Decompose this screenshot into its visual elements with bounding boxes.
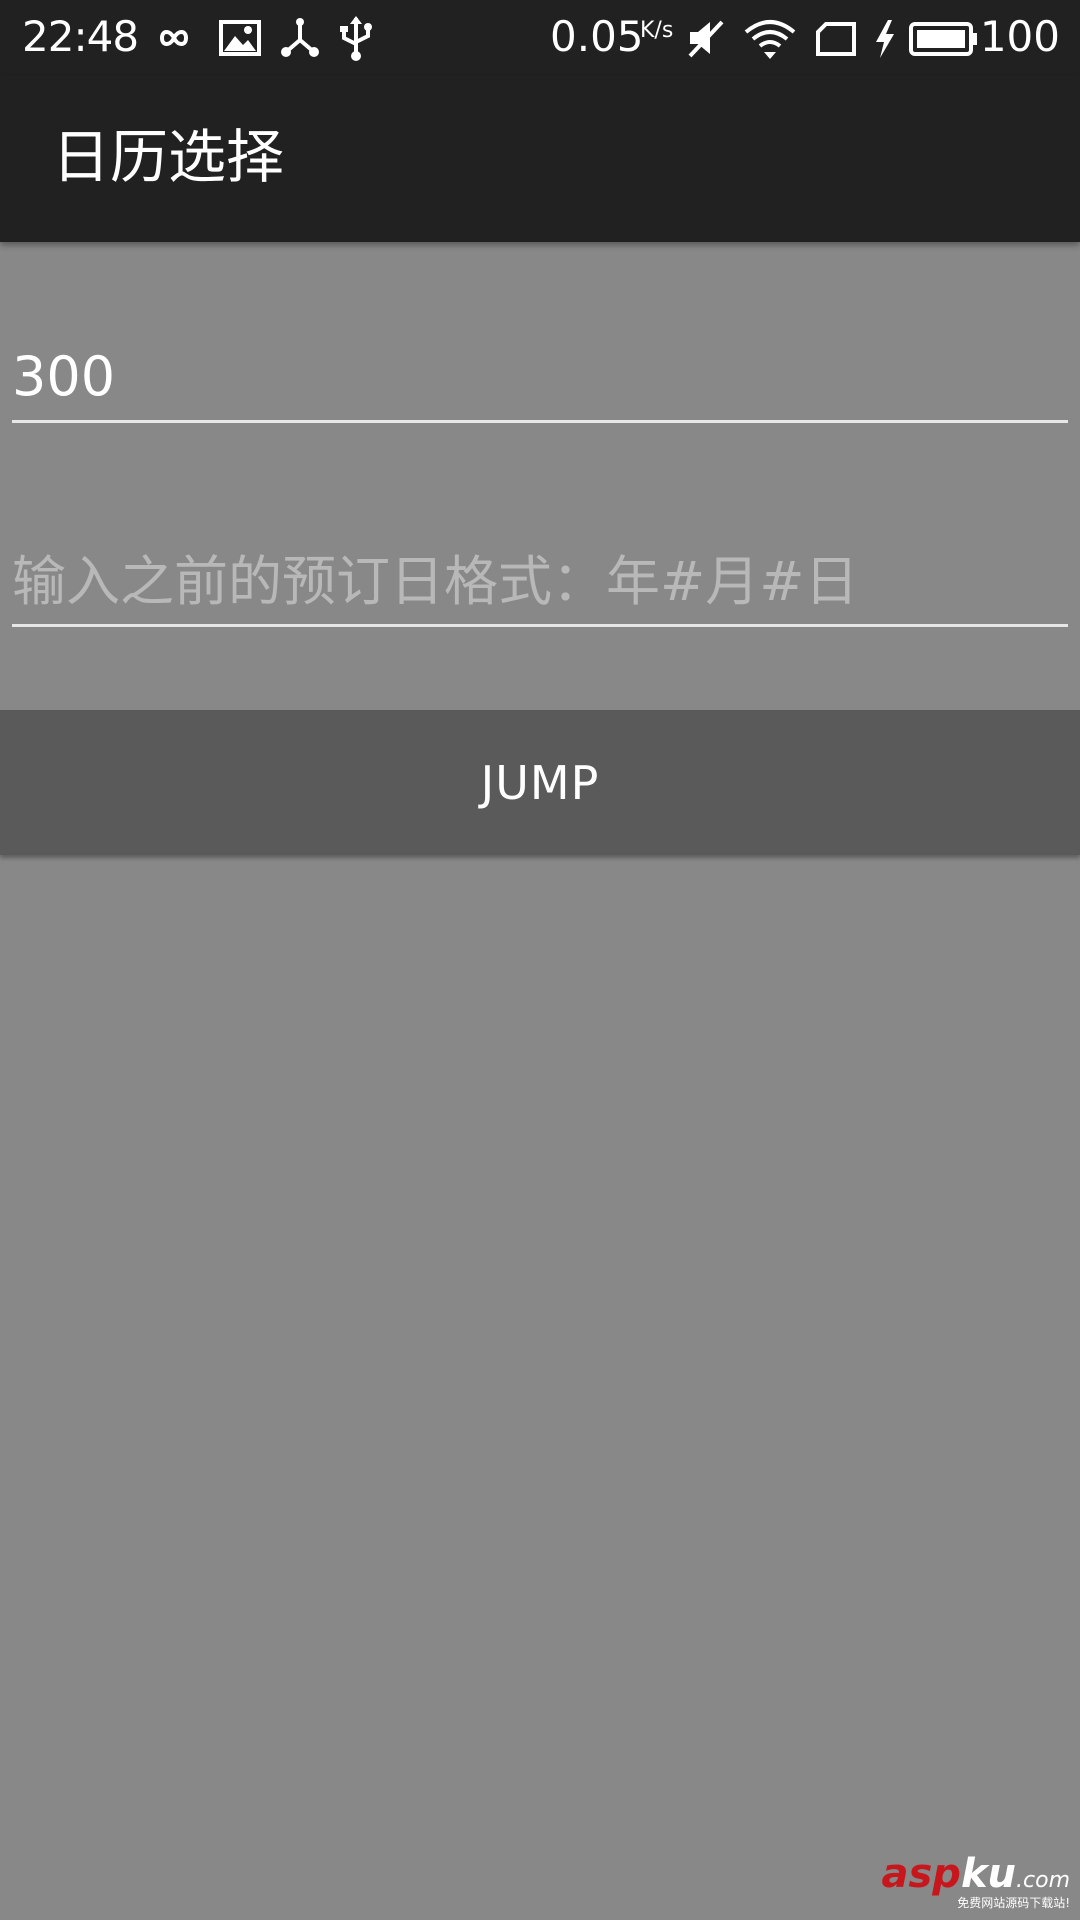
image-icon [218, 14, 262, 62]
watermark-brand-red: asp [881, 1851, 961, 1897]
date-field [12, 538, 1068, 627]
usb-icon [336, 14, 376, 62]
watermark-tagline: 免费网站源码下载站! [957, 1896, 1070, 1910]
days-field [12, 332, 1068, 423]
app-screen: 22:48 0.05 K/s 100 日历选择 300 输入之前的预订日格式：年… [0, 0, 1080, 1920]
charging-icon [872, 14, 898, 62]
watermark-brand-white: ku [960, 1851, 1017, 1897]
watermark-logo: aspku.com 免费网站源码下载站! [882, 1851, 1074, 1912]
share-icon [278, 14, 322, 62]
battery-level: 100 [979, 12, 1060, 61]
watermark-domain: .com [1016, 1868, 1070, 1893]
app-bar: 日历选择 [0, 76, 1080, 242]
infinity-icon [148, 14, 200, 62]
network-speed-unit: K/s [640, 18, 674, 43]
wifi-icon [742, 14, 798, 62]
page-title: 日历选择 [52, 123, 285, 191]
jump-button[interactable]: JUMP [0, 710, 1080, 855]
battery-icon [908, 14, 980, 62]
network-speed: 0.05 [550, 12, 644, 61]
status-bar: 22:48 0.05 K/s 100 [0, 0, 1080, 76]
days-input[interactable] [12, 332, 1068, 420]
status-time: 22:48 [22, 12, 139, 61]
date-input[interactable] [12, 538, 1068, 624]
sim-icon [814, 14, 858, 62]
mute-icon [684, 14, 728, 62]
